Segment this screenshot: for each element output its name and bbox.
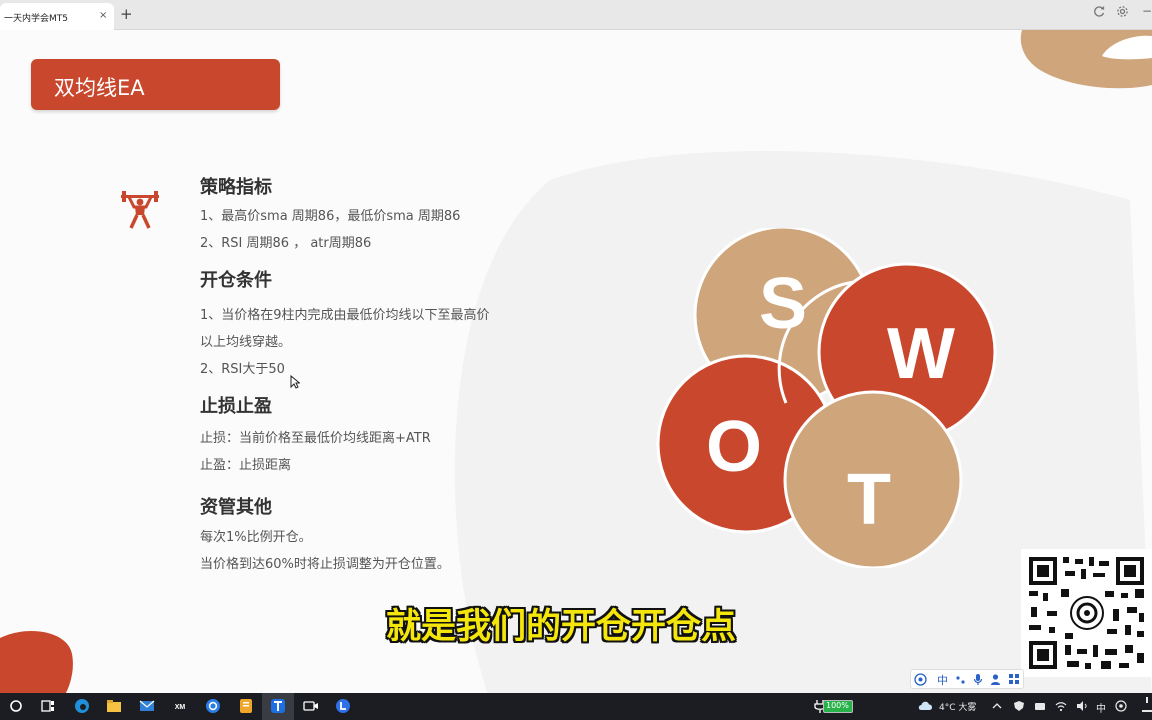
chevron-up-icon[interactable]: [991, 700, 1003, 712]
ime-language-indicator[interactable]: 中: [937, 672, 948, 688]
ime-logo-icon[interactable]: [914, 673, 927, 686]
section-heading-stops: 止损止盈: [200, 396, 272, 417]
browser-tab-bar: 一天内学会MT5 × + −: [0, 0, 1152, 30]
refresh-icon[interactable]: [1093, 5, 1106, 18]
clock[interactable]: [1140, 696, 1152, 716]
swot-letter-w: W: [887, 314, 955, 394]
stop-loss-line: 止损：当前价格至最低价均线距离+ATR: [200, 431, 431, 446]
indicator-line-2: 2、RSI 周期86 ， atr周期86: [200, 236, 372, 251]
new-tab-button[interactable]: +: [120, 6, 133, 22]
notes-app-icon[interactable]: [238, 698, 254, 714]
security-shield-icon[interactable]: [1013, 700, 1025, 712]
input-language-indicator[interactable]: 中: [1096, 700, 1106, 715]
mouse-cursor-icon: [290, 375, 300, 389]
battery-percent: 100%: [826, 701, 849, 710]
slide-title: 双均线EA: [54, 76, 145, 100]
money-line-1: 每次1%比例开仓。: [200, 530, 312, 545]
swot-letter-s: S: [759, 264, 807, 344]
swot-letter-o: O: [706, 407, 762, 487]
presentation-slide: 双均线EA 策略指标 1、最高价sma 周期86，最低价sma 周期86 2、R…: [0, 30, 1152, 693]
take-profit-line: 止盈：止损距离: [200, 458, 292, 473]
screen: 一天内学会MT5 × + − 双均线EA 策略指标 1、最高价sma 周期86，…: [0, 0, 1152, 720]
battery-indicator[interactable]: 100%: [823, 700, 853, 713]
task-view-icon[interactable]: [40, 698, 56, 714]
entry-line-1: 1、当价格在9柱内完成由最低价均线以下至最高价: [200, 308, 490, 323]
swot-letter-t: T: [847, 460, 891, 540]
minimize-button[interactable]: −: [1142, 4, 1152, 18]
section-heading-money-management: 资管其他: [200, 497, 272, 518]
active-app-icon[interactable]: [270, 698, 286, 714]
mail-icon[interactable]: [139, 698, 155, 714]
chat-app-icon[interactable]: [205, 698, 221, 714]
svg-text:XM: XM: [175, 704, 186, 711]
entry-line-2: 以上均线穿越。: [200, 335, 292, 350]
indicator-line-1: 1、最高价sma 周期86，最低价sma 周期86: [200, 209, 461, 224]
section-heading-entry: 开仓条件: [200, 270, 272, 291]
qr-code: [1021, 549, 1152, 677]
video-subtitle: 就是我们的开仓开仓点: [386, 607, 737, 647]
taskbar: XM 100% 4°C 大雾 中: [0, 693, 1152, 720]
grid-menu-icon[interactable]: [1008, 673, 1020, 685]
close-icon[interactable]: ×: [99, 10, 107, 21]
wifi-icon[interactable]: [1055, 700, 1067, 712]
slide-title-banner: 双均线EA: [31, 59, 280, 110]
gear-icon[interactable]: [1116, 5, 1129, 18]
browser-tab[interactable]: 一天内学会MT5 ×: [0, 3, 114, 30]
weightlifter-icon: [121, 191, 159, 229]
ime-toolbar[interactable]: 中: [910, 669, 1024, 689]
tab-title: 一天内学会MT5: [4, 14, 68, 24]
edge-browser-icon[interactable]: [74, 698, 90, 714]
launcher-icon[interactable]: [335, 698, 351, 714]
volume-icon[interactable]: [1076, 700, 1088, 712]
entry-line-3: 2、RSI大于50: [200, 362, 285, 377]
corner-decoration-top: [1020, 30, 1152, 89]
tray-app-icon[interactable]: [1034, 700, 1046, 712]
section-heading-indicators: 策略指标: [200, 177, 272, 198]
money-line-2: 当价格到达60%时将止损调整为开仓位置。: [200, 557, 450, 572]
file-explorer-icon[interactable]: [106, 698, 122, 714]
ime-tray-icon[interactable]: [1115, 700, 1127, 712]
start-search-icon[interactable]: [8, 698, 24, 714]
punctuation-icon[interactable]: [955, 675, 966, 685]
corner-decoration-bottom: [0, 631, 73, 693]
weather-cloud-icon[interactable]: [918, 699, 933, 711]
user-icon[interactable]: [990, 673, 1001, 686]
weather-text[interactable]: 4°C 大雾: [939, 700, 976, 713]
microphone-icon[interactable]: [973, 673, 983, 686]
swot-graphic: S W O T: [656, 228, 997, 568]
camera-icon[interactable]: [303, 698, 319, 714]
trading-app-icon[interactable]: XM: [172, 698, 188, 714]
